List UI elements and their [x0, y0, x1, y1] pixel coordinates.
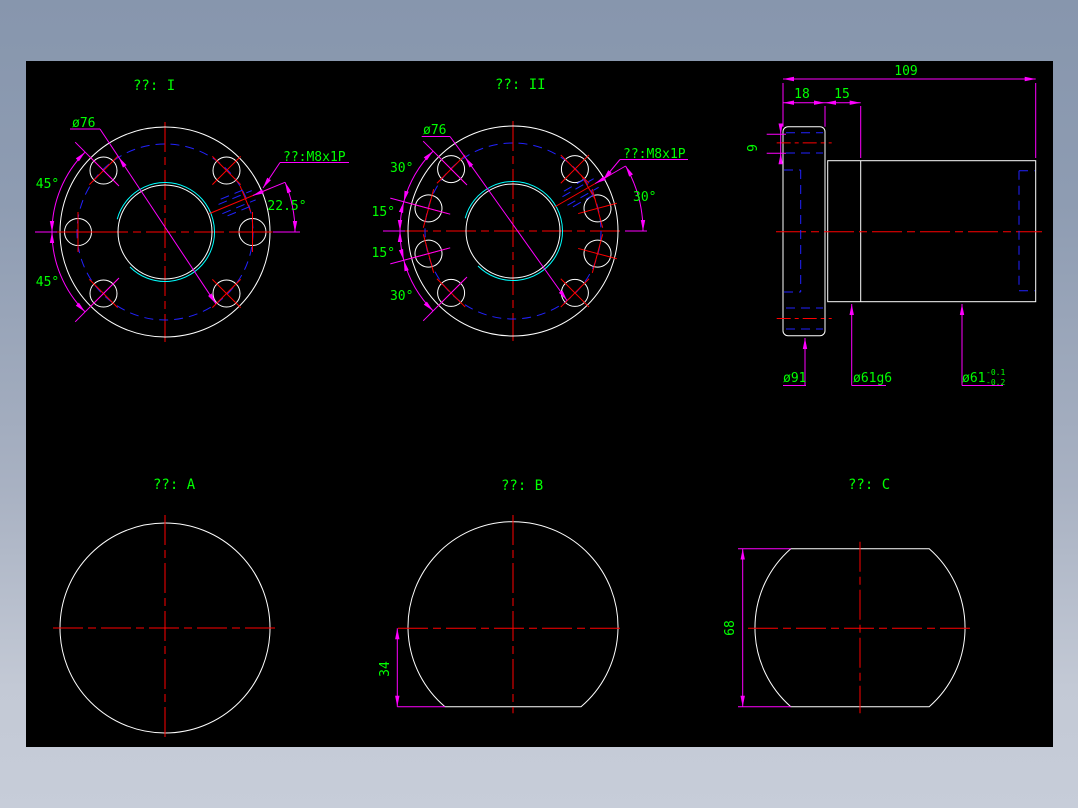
dim-angle-3: 15°: [372, 246, 395, 261]
dim-angle-lower: 45°: [36, 275, 59, 290]
view-front-i: ??: I ø76 45° 45° 22.5° ??:M8x1P: [35, 78, 349, 342]
bolt-hole: [547, 265, 604, 322]
dim-shaft-tol-lower: -0.2: [986, 378, 1005, 387]
bolt-hole: [233, 212, 273, 252]
bore-hidden-right: [1019, 171, 1035, 291]
dim-angle-1: 30°: [390, 161, 413, 176]
drawing-canvas: ??: I ø76 45° 45° 22.5° ??:M8x1P: [26, 61, 1053, 747]
dim-hole: 9: [746, 144, 761, 152]
cad-drawing: ??: I ø76 45° 45° 22.5° ??:M8x1P: [26, 61, 1053, 747]
dim-across-flats: 68: [723, 620, 738, 636]
dim-angle-upper: 45°: [36, 177, 59, 192]
dim-flat: 34: [378, 661, 393, 677]
view-section-b: ??: B 34: [378, 478, 625, 713]
cad-viewer: { "colors": { "surround_top": "#8796ad",…: [0, 0, 1078, 808]
dim-flange-thickness: 18: [794, 87, 810, 102]
view-front-ii: ??: II ø76 30° 15° 15° 30°: [372, 77, 688, 341]
bolt-hole: [58, 212, 98, 252]
dim-angle-thread: 30°: [633, 190, 656, 205]
dim-angle-4: 30°: [390, 289, 413, 304]
dim-shaft-tol-upper: -0.1: [986, 368, 1005, 377]
view-ii-title: ??: II: [495, 77, 546, 93]
view-side-section: 109 18 15 9 ø91 ø61g6 ø61 -0.1 -0.2: [746, 64, 1042, 387]
bolt-hole: [573, 229, 622, 278]
dim-overall: 109: [894, 64, 917, 79]
dim-flange-dia: ø91: [783, 371, 806, 386]
bore-hidden-left: [784, 170, 801, 292]
dim-shaft-fit: ø61g6: [853, 371, 892, 386]
view-b-title: ??: B: [501, 478, 543, 494]
view-section-a: ??: A: [53, 477, 277, 740]
view-c-title: ??: C: [848, 477, 890, 493]
bolt-hole: [573, 184, 622, 233]
dim-bolt-circle: ø76: [423, 123, 446, 138]
dim-step: 15: [834, 87, 850, 102]
dim-angle-thread: 22.5°: [267, 199, 306, 214]
flange-hole-bottom: [777, 308, 832, 329]
bolt-hole: [198, 265, 255, 322]
flange-hole-top: [777, 133, 832, 153]
view-a-title: ??: A: [153, 477, 196, 493]
bolt-hole: [198, 142, 255, 199]
dim-shaft-tol-base: ø61: [962, 371, 985, 386]
view-section-c: ??: C 68: [723, 477, 973, 713]
dim-angle-2: 15°: [372, 205, 395, 220]
bolt-hole: [547, 141, 604, 198]
view-i-title: ??: I: [133, 78, 175, 94]
